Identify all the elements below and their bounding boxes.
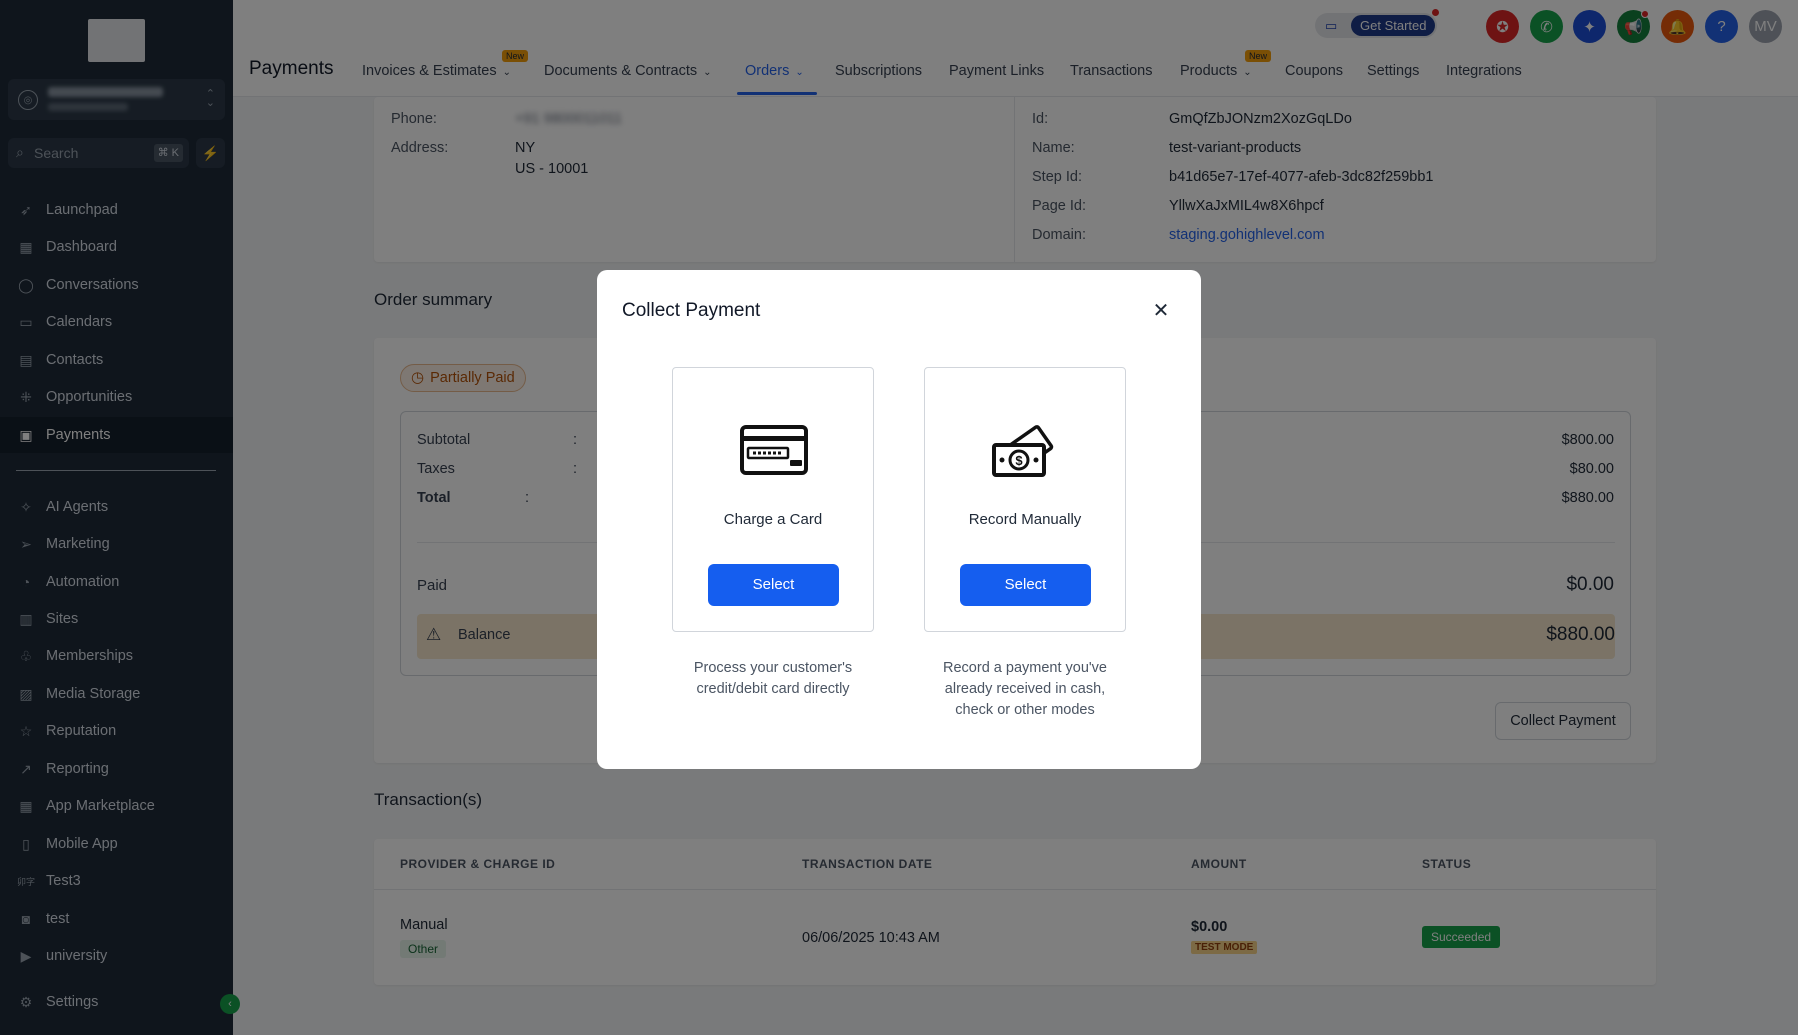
- close-icon[interactable]: ✕: [1149, 299, 1173, 323]
- select-charge-card-button[interactable]: Select: [708, 564, 839, 606]
- charge-card-label: Charge a Card: [723, 511, 823, 528]
- cash-icon: $: [992, 425, 1054, 477]
- svg-text:$: $: [1015, 453, 1023, 468]
- credit-card-icon: [740, 425, 808, 475]
- charge-card-option[interactable]: Charge a Card Select: [672, 367, 874, 632]
- select-record-manually-button[interactable]: Select: [960, 564, 1091, 606]
- modal-title: Collect Payment: [622, 300, 761, 321]
- record-manually-description: Record a payment you've already received…: [943, 660, 1107, 718]
- collect-payment-modal: Collect Payment ✕ Charge a Card Select P…: [597, 270, 1201, 769]
- charge-card-description: Process your customer's credit/debit car…: [693, 660, 853, 697]
- record-manually-label: Record Manually: [968, 511, 1082, 528]
- record-manually-option[interactable]: $ Record Manually Select: [924, 367, 1126, 632]
